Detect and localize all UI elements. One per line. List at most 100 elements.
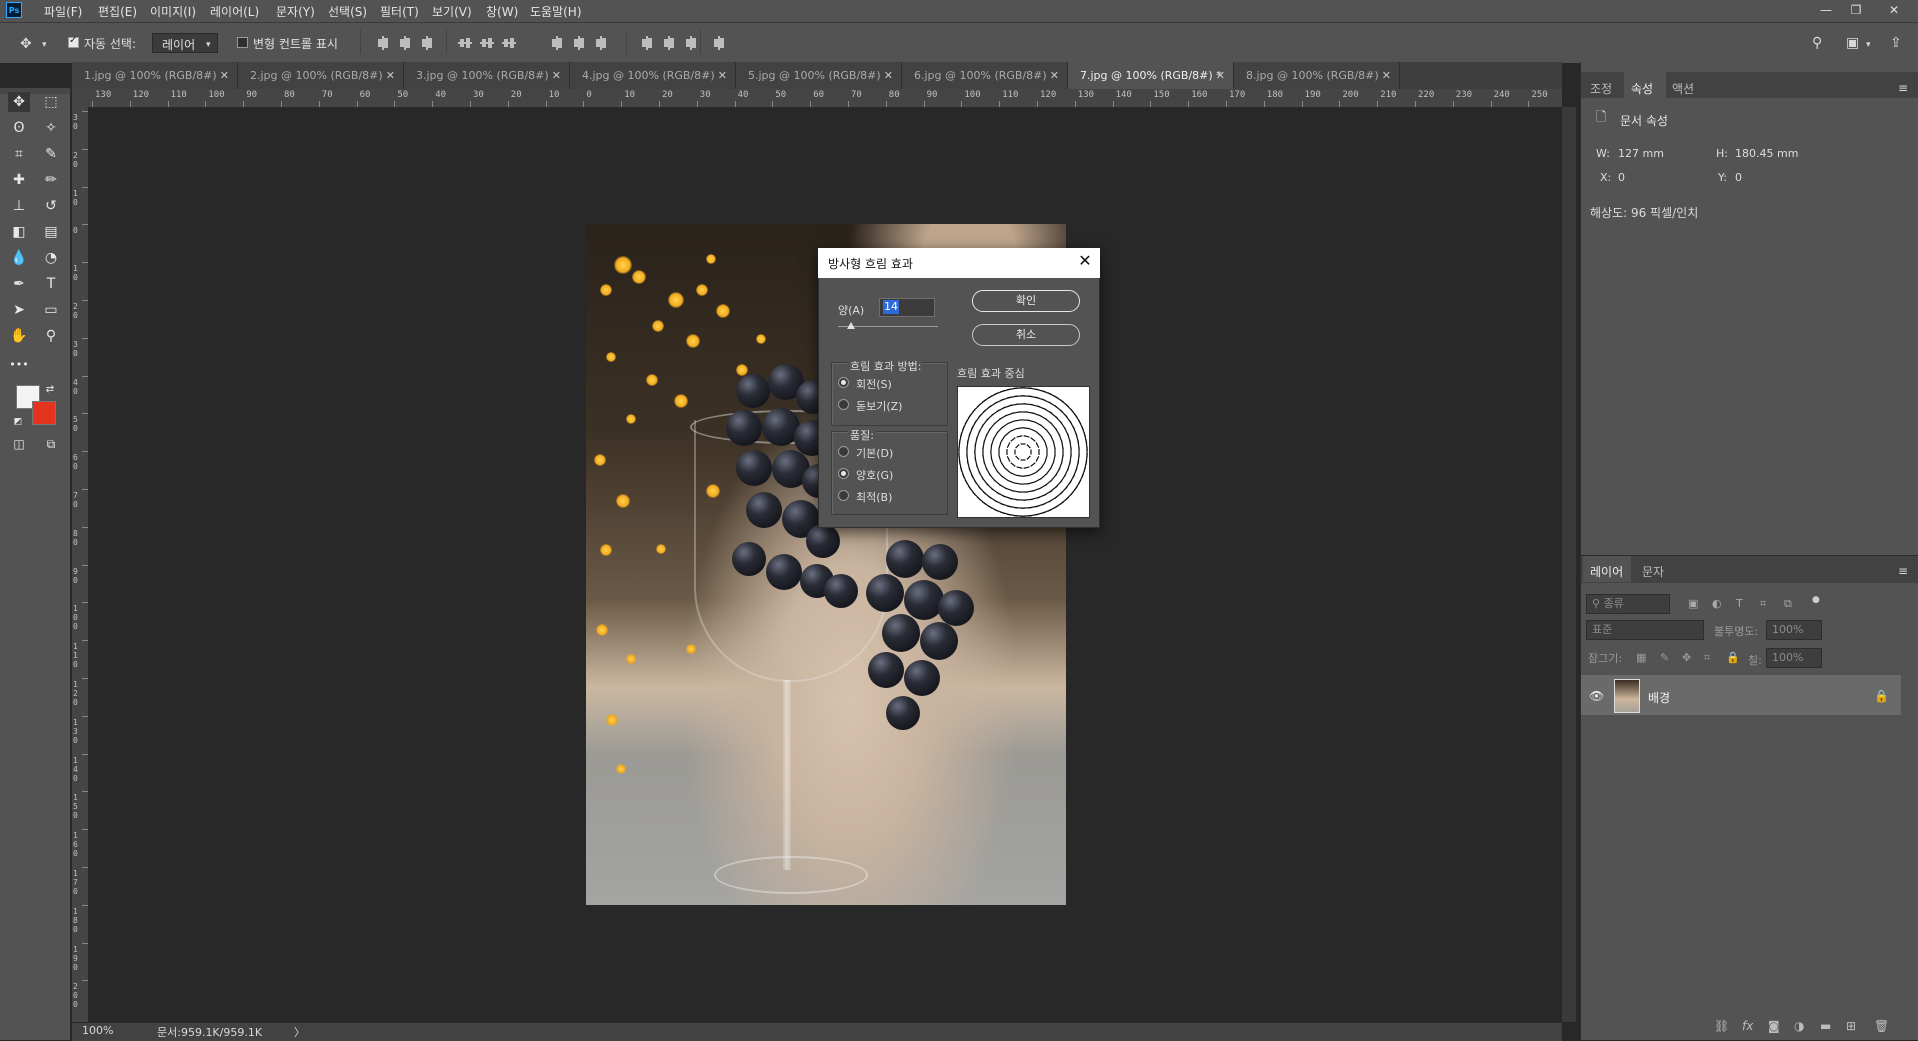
tab-adjustments[interactable]: 조정 xyxy=(1590,80,1612,97)
minimize-icon[interactable]: — xyxy=(1816,2,1836,18)
radio-zoom-label[interactable]: 돋보기(Z) xyxy=(856,398,902,414)
adjustment-layer-icon[interactable]: ◑ xyxy=(1794,1019,1804,1033)
align-icon[interactable] xyxy=(712,36,726,50)
close-tab-icon[interactable]: ✕ xyxy=(1050,62,1059,89)
lock-position-icon[interactable]: ✥ xyxy=(1682,650,1691,666)
swap-colors-icon[interactable]: ⇄ xyxy=(44,380,56,400)
magic-wand-icon[interactable]: ✧ xyxy=(40,118,62,138)
align-icon[interactable] xyxy=(684,36,698,50)
height-value[interactable]: 180.45 mm xyxy=(1735,147,1798,160)
radio-spin-label[interactable]: 회전(S) xyxy=(856,376,892,392)
shape-filter-icon[interactable]: ⌗ xyxy=(1760,596,1766,612)
more-tools-icon[interactable]: ••• xyxy=(8,355,30,375)
healing-brush-icon[interactable]: ✚ xyxy=(8,170,30,190)
new-group-icon[interactable]: ▬ xyxy=(1820,1019,1831,1033)
menu-item[interactable]: 선택(S) xyxy=(328,3,367,20)
panel-menu-icon[interactable]: ≡ xyxy=(1898,80,1908,96)
default-colors-icon[interactable]: ◩ xyxy=(12,412,24,432)
rectangle-tool-icon[interactable]: ▭ xyxy=(40,300,62,320)
layer-name[interactable]: 배경 xyxy=(1648,689,1670,706)
new-layer-icon[interactable]: ⊞ xyxy=(1846,1019,1856,1033)
add-mask-icon[interactable]: ◙ xyxy=(1768,1019,1780,1033)
marquee-tool-icon[interactable]: ⬚ xyxy=(40,92,62,112)
document-tab[interactable]: 6.jpg @ 100% (RGB/8#)✕ xyxy=(902,62,1068,89)
cancel-button[interactable]: 취소 xyxy=(972,324,1080,346)
chevron-down-icon[interactable]: ▾ xyxy=(42,37,47,53)
chevron-down-icon[interactable]: ▾ xyxy=(1866,37,1871,53)
smart-object-filter-icon[interactable]: ⧉ xyxy=(1784,596,1792,612)
radio-good[interactable] xyxy=(838,468,849,479)
move-tool-icon[interactable]: ✥ xyxy=(8,92,30,112)
lock-all-icon[interactable]: 🔒 xyxy=(1726,650,1740,666)
stamp-tool-icon[interactable]: ⊥ xyxy=(8,196,30,216)
align-icon[interactable] xyxy=(572,36,586,50)
zoom-tool-icon[interactable]: ⚲ xyxy=(40,326,62,346)
ok-button[interactable]: 확인 xyxy=(972,290,1080,312)
document-tab[interactable]: 1.jpg @ 100% (RGB/8#)✕ xyxy=(72,62,238,89)
align-icon[interactable] xyxy=(480,36,494,50)
menu-item[interactable]: 파일(F) xyxy=(44,3,82,20)
blend-mode-dropdown[interactable]: 표준 xyxy=(1586,620,1704,640)
type-tool-icon[interactable]: T xyxy=(40,274,62,294)
dodge-tool-icon[interactable]: ◔ xyxy=(40,248,62,268)
radio-draft[interactable] xyxy=(838,446,849,457)
radio-spin[interactable] xyxy=(838,377,849,388)
zoom-level[interactable]: 100% xyxy=(82,1024,113,1037)
screen-mode-icon[interactable]: ⧉ xyxy=(40,434,62,454)
delete-layer-icon[interactable]: 🗑 xyxy=(1874,1019,1889,1033)
document-tab[interactable]: 5.jpg @ 100% (RGB/8#)✕ xyxy=(736,62,902,89)
radio-draft-label[interactable]: 기본(D) xyxy=(856,445,893,461)
panel-menu-icon[interactable]: ≡ xyxy=(1898,563,1908,579)
layer-filter-dropdown[interactable]: ⚲ 종류 xyxy=(1586,594,1670,614)
close-tab-icon[interactable]: ✕ xyxy=(552,62,561,89)
auto-select-checkbox[interactable] xyxy=(68,37,79,48)
menu-item[interactable]: 보기(V) xyxy=(432,3,472,20)
quick-mask-icon[interactable]: ◫ xyxy=(8,434,30,454)
align-icon[interactable] xyxy=(398,36,412,50)
menu-item[interactable]: 문자(Y) xyxy=(276,3,315,20)
tab-layers[interactable]: 레이어 xyxy=(1590,563,1623,580)
align-icon[interactable] xyxy=(640,36,654,50)
hand-tool-icon[interactable]: ✋ xyxy=(8,326,30,346)
crop-tool-icon[interactable]: ⌗ xyxy=(8,144,30,164)
filter-toggle-icon[interactable]: ● xyxy=(1812,592,1820,608)
adjustment-filter-icon[interactable]: ◐ xyxy=(1712,596,1722,612)
tab-properties[interactable]: 속성 xyxy=(1631,80,1653,97)
menu-item[interactable]: 편집(E) xyxy=(98,3,137,20)
align-icon[interactable] xyxy=(594,36,608,50)
radio-best[interactable] xyxy=(838,490,849,501)
close-tab-icon[interactable]: ✕ xyxy=(386,62,395,89)
vertical-scrollbar[interactable] xyxy=(1562,107,1576,1022)
align-icon[interactable] xyxy=(376,36,390,50)
amount-slider-thumb[interactable] xyxy=(847,322,855,329)
opacity-field[interactable]: 100% xyxy=(1766,620,1822,640)
close-tab-icon[interactable]: ✕ xyxy=(718,62,727,89)
lasso-tool-icon[interactable]: ʘ xyxy=(8,118,30,138)
horizontal-ruler[interactable]: 1301201101009080706050403020100102030405… xyxy=(88,89,1562,108)
align-icon[interactable] xyxy=(550,36,564,50)
document-tab[interactable]: 7.jpg @ 100% (RGB/8#) *✕ xyxy=(1068,62,1234,89)
pen-tool-icon[interactable]: ✒ xyxy=(8,274,30,294)
width-value[interactable]: 127 mm xyxy=(1618,147,1664,160)
vertical-ruler[interactable]: 3020100102030405060708090100110120130140… xyxy=(72,107,89,1022)
lock-pixels-icon[interactable]: ✎ xyxy=(1660,650,1669,666)
history-brush-icon[interactable]: ↺ xyxy=(40,196,62,216)
close-tab-icon[interactable]: ✕ xyxy=(884,62,893,89)
type-filter-icon[interactable]: T xyxy=(1736,596,1743,612)
fx-icon[interactable]: fx xyxy=(1742,1019,1753,1033)
blur-center-preview[interactable] xyxy=(957,386,1090,518)
menu-item[interactable]: 레이어(L) xyxy=(210,3,259,20)
blur-tool-icon[interactable]: 💧 xyxy=(8,248,30,268)
align-icon[interactable] xyxy=(458,36,472,50)
menu-item[interactable]: 도움말(H) xyxy=(530,3,582,20)
tab-actions[interactable]: 액션 xyxy=(1672,80,1694,97)
close-tab-icon[interactable]: ✕ xyxy=(220,62,229,89)
document-tab[interactable]: 4.jpg @ 100% (RGB/8#)✕ xyxy=(570,62,736,89)
layer-thumbnail[interactable] xyxy=(1614,679,1640,713)
background-color-swatch[interactable] xyxy=(32,401,56,425)
close-tab-icon[interactable]: ✕ xyxy=(1382,62,1391,89)
menu-item[interactable]: 필터(T) xyxy=(380,3,419,20)
tab-character[interactable]: 문자 xyxy=(1642,563,1664,580)
status-menu-arrow[interactable]: 〉 xyxy=(294,1024,305,1040)
eraser-tool-icon[interactable]: ◧ xyxy=(8,222,30,242)
